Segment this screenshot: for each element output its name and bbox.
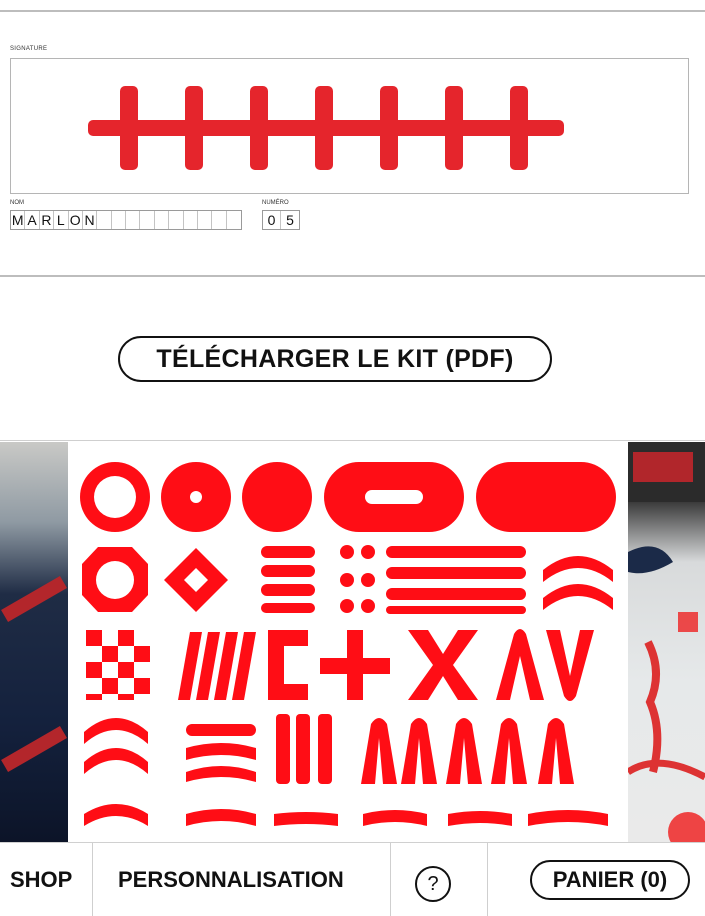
name-cell[interactable] xyxy=(140,211,155,229)
number-label: NUMÉRO xyxy=(262,200,289,206)
photo-person xyxy=(0,442,68,842)
number-field[interactable]: 05 xyxy=(262,210,300,230)
nav-personalisation[interactable]: PERSONNALISATION xyxy=(118,843,344,916)
name-cell[interactable]: A xyxy=(25,211,40,229)
name-cell[interactable]: O xyxy=(69,211,83,229)
poster-shapes-image xyxy=(68,442,628,842)
name-cell[interactable] xyxy=(212,211,227,229)
name-cell[interactable] xyxy=(227,211,241,229)
name-cell[interactable] xyxy=(112,211,126,229)
number-cell[interactable]: 0 xyxy=(263,211,281,229)
top-divider xyxy=(0,10,705,12)
nav-divider xyxy=(92,843,93,916)
nav-divider xyxy=(487,843,488,916)
name-cell[interactable]: N xyxy=(83,211,98,229)
name-cell[interactable] xyxy=(126,211,141,229)
name-cell[interactable]: L xyxy=(54,211,69,229)
name-label: NOM xyxy=(10,200,24,206)
gallery-divider xyxy=(0,440,705,441)
name-field[interactable]: MARLON xyxy=(10,210,242,230)
nav-shop[interactable]: SHOP xyxy=(10,843,72,916)
name-cell[interactable] xyxy=(97,211,112,229)
name-cell[interactable] xyxy=(155,211,170,229)
signature-label: SIGNATURE xyxy=(10,46,48,52)
signature-drawing xyxy=(88,86,564,170)
photo-workspace xyxy=(628,442,705,842)
help-button[interactable]: ? xyxy=(415,866,451,902)
download-kit-button[interactable]: TÉLÉCHARGER LE KIT (PDF) xyxy=(118,336,552,382)
nav-divider xyxy=(390,843,391,916)
shape-pattern-icon xyxy=(80,462,616,826)
name-cell[interactable]: R xyxy=(40,211,55,229)
name-cell[interactable] xyxy=(169,211,184,229)
name-cell[interactable]: M xyxy=(11,211,26,229)
bottom-navigation: SHOP PERSONNALISATION ? PANIER (0) xyxy=(0,842,705,916)
name-cell[interactable] xyxy=(184,211,198,229)
section-divider xyxy=(0,275,705,277)
number-cell[interactable]: 5 xyxy=(281,211,299,229)
cart-button[interactable]: PANIER (0) xyxy=(530,860,690,900)
name-cell[interactable] xyxy=(198,211,213,229)
